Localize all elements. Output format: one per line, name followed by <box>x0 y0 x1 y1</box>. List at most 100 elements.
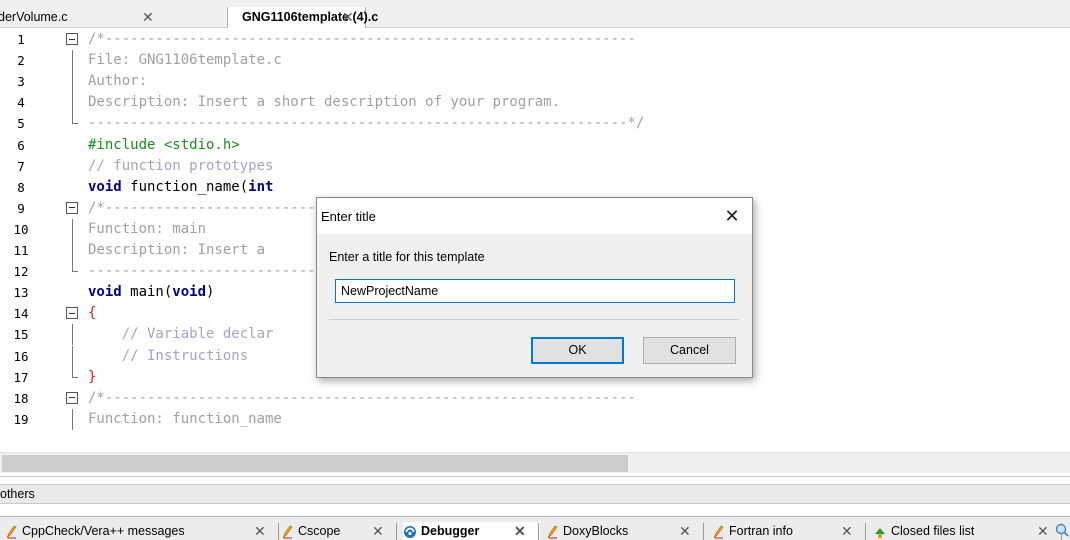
line-number: 4 <box>0 92 42 114</box>
bottom-tab-debugger[interactable]: Debugger ✕ <box>403 522 540 540</box>
pencil-icon <box>282 525 293 539</box>
fold-collapse-icon[interactable] <box>66 303 80 324</box>
fold-end-guide <box>66 261 80 282</box>
dialog-divider <box>329 319 739 320</box>
code-token: Function: function_name <box>88 410 282 427</box>
close-icon[interactable]: ✕ <box>1037 522 1049 540</box>
fold-guide <box>66 345 80 367</box>
closed-files-icon <box>875 527 885 538</box>
bottom-tab-label: DoxyBlocks <box>563 524 629 538</box>
bottom-tab-label: Debugger <box>421 524 480 538</box>
code-text: // Variable declar <box>88 324 274 345</box>
tab-separator <box>396 523 397 540</box>
code-token: Author: <box>88 73 148 90</box>
enter-title-dialog: Enter title ✕ Enter a title for this tem… <box>316 197 753 378</box>
code-token: // Variable declar <box>88 326 274 343</box>
code-line[interactable]: 19 Function: function_name <box>0 408 1070 430</box>
fold-collapse-icon[interactable] <box>66 198 80 219</box>
bottom-tab-doxyblocks[interactable]: DoxyBlocks ✕ <box>545 522 705 540</box>
title-input[interactable] <box>335 279 735 303</box>
code-line[interactable]: 1 /*-------------------------------------… <box>0 29 1070 50</box>
code-text: /*--------------------------------------… <box>88 29 636 50</box>
code-line[interactable]: 7 // function prototypes <box>0 155 1070 177</box>
line-number: 3 <box>0 71 42 93</box>
others-panel-title-bar: others <box>0 484 1070 504</box>
code-line[interactable]: 3 Author: <box>0 71 1070 93</box>
line-number: 13 <box>0 282 42 304</box>
close-icon[interactable]: ✕ <box>514 522 526 540</box>
tab-separator <box>538 523 539 540</box>
bottom-tab-cppcheck-vera-messages[interactable]: CppCheck/Vera++ messages ✕ <box>4 522 280 540</box>
tab-separator <box>865 523 866 540</box>
pencil-icon <box>547 525 558 539</box>
code-line[interactable]: 8 void function_name(int <box>0 176 1070 198</box>
fold-guide <box>66 240 80 261</box>
code-token: { <box>88 305 97 322</box>
code-text: // function prototypes <box>88 156 273 177</box>
fold-collapse-icon[interactable] <box>66 29 80 50</box>
code-token: // Instructions <box>88 347 249 364</box>
close-icon[interactable]: ✕ <box>841 522 853 540</box>
code-token: void <box>88 178 122 195</box>
code-line[interactable]: 18 /*------------------------------------… <box>0 387 1070 409</box>
line-number: 10 <box>0 218 42 240</box>
bottom-tab-label: Closed files list <box>891 524 975 538</box>
ok-button[interactable]: OK <box>531 337 624 364</box>
fold-end-guide <box>66 366 80 388</box>
line-number: 7 <box>0 155 42 177</box>
scrollbar-thumb[interactable] <box>2 455 628 472</box>
line-number: 17 <box>0 366 42 388</box>
code-token: Description: Insert a short description … <box>88 94 561 111</box>
bottom-tab-label: CppCheck/Vera++ messages <box>22 524 185 538</box>
code-text: Function: main <box>88 219 206 240</box>
bottom-tab-label: Fortran info <box>729 524 793 538</box>
code-token: main( <box>121 284 173 301</box>
cancel-button[interactable]: Cancel <box>643 337 736 364</box>
line-number: 9 <box>0 197 42 219</box>
close-icon[interactable]: ✕ <box>254 522 266 540</box>
code-token: /*--------------------------------------… <box>88 31 636 47</box>
dialog-title: Enter title <box>321 209 376 224</box>
close-icon[interactable]: ✕ <box>717 202 747 230</box>
bottom-tab-cscope[interactable]: Cscope ✕ <box>280 522 398 540</box>
fold-guide <box>66 218 80 240</box>
search-icon[interactable] <box>1055 523 1069 537</box>
fold-guide <box>66 408 80 430</box>
tab-label: derVolume.c <box>0 10 68 24</box>
close-icon[interactable]: ✕ <box>372 522 384 540</box>
line-number: 15 <box>0 324 42 346</box>
code-text: Function: function_name <box>88 409 282 430</box>
tab-separator <box>278 523 279 540</box>
close-icon[interactable]: ✕ <box>142 7 154 27</box>
code-text: File: GNG1106template.c <box>88 50 282 71</box>
line-number: 19 <box>0 408 42 430</box>
fold-collapse-icon[interactable] <box>66 388 80 409</box>
line-number: 6 <box>0 134 42 156</box>
bottom-tab-fortran-info[interactable]: Fortran info ✕ <box>711 522 867 540</box>
code-token: /*--------------------------------------… <box>88 389 636 406</box>
code-token: void <box>172 284 207 301</box>
pencil-icon <box>6 525 17 539</box>
close-icon[interactable]: ✕ <box>679 522 691 540</box>
dialog-titlebar: Enter title ✕ <box>317 198 752 234</box>
code-token: Function: main <box>88 220 207 237</box>
bottom-tab-bar: CppCheck/Vera++ messages ✕ Cscope ✕ Debugger… <box>0 516 1070 540</box>
close-icon[interactable]: ✕ <box>342 7 354 27</box>
line-number: 14 <box>0 303 42 325</box>
code-token: // function prototypes <box>88 157 274 174</box>
tab-separator <box>703 523 704 540</box>
horizontal-scrollbar[interactable] <box>0 452 1070 473</box>
code-line[interactable]: 5 ---------------------------------------… <box>0 113 1070 135</box>
bottom-tab-label: Cscope <box>298 524 341 538</box>
code-text: void function_name(int <box>88 177 273 198</box>
code-token: #include <stdio.h> <box>88 136 240 153</box>
bottom-tab-closed-files-list[interactable]: Closed files list ✕ <box>873 522 1063 540</box>
tab-dervolume[interactable]: derVolume.c ✕ <box>0 7 228 28</box>
code-line[interactable]: 2 File: GNG1106template.c <box>0 50 1070 72</box>
pencil-icon <box>713 525 724 539</box>
tab-gng1106template[interactable]: GNG1106template (4).c ✕ <box>228 7 378 29</box>
code-line[interactable]: 4 Description: Insert a short description… <box>0 92 1070 114</box>
line-number: 1 <box>0 29 42 50</box>
code-line[interactable]: 6 #include <stdio.h> <box>0 134 1070 156</box>
line-number: 5 <box>0 113 42 135</box>
